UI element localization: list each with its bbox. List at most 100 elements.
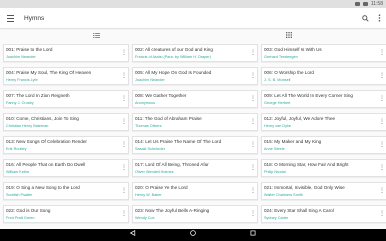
hymn-author: J. S. B. Monsell — [264, 77, 291, 82]
hymn-card[interactable]: 022: God is Our Song Fred Pratt Green ⋮ — [3, 205, 129, 223]
hymn-card[interactable]: 019: O Sing a New Song to the Lord Scotti… — [3, 182, 129, 200]
hymn-title: 020: O Praise Ye the Lord — [135, 185, 188, 190]
hymn-author: Wendy Cox — [135, 215, 155, 220]
hymn-card[interactable]: 004: Praise My Soul, The King Of Heaven H… — [3, 67, 129, 85]
hymn-title: 006: O Worship the Lord — [264, 70, 314, 75]
hymn-card[interactable]: 023: Now The Joyful Bells A-Ringing Wendy… — [132, 205, 258, 223]
hymn-title: 015: My Maker and My King — [264, 139, 322, 144]
hymn-card[interactable]: 009: Let All The World In Every Corner S… — [261, 90, 386, 108]
hymn-author: Oliver Wendell Holmes — [135, 169, 174, 174]
hymn-title: 014: Let Us Praise The Name Of The Lord — [135, 139, 222, 144]
hymn-card[interactable]: 005: All My Hope On God Is Founded Joachi… — [132, 67, 258, 85]
hymn-card[interactable]: 006: O Worship the Lord J. S. B. Monsell ⋮ — [261, 67, 386, 85]
hamburger-icon[interactable] — [2, 8, 18, 28]
hymn-author: Scottish Psalter — [6, 192, 33, 197]
hymn-author: Joachim Neander — [6, 54, 36, 59]
more-vert-icon[interactable]: ⋮ — [250, 94, 256, 104]
view-toggle — [0, 28, 386, 42]
hymn-card[interactable]: 010: Come, Christians, Join To Sing Chris… — [3, 113, 129, 131]
hymn-title: 017: Lord Of All Being, Throned Afar — [135, 162, 209, 167]
more-vert-icon[interactable]: ⋮ — [121, 186, 127, 196]
hymn-title: 022: God is Our Song — [6, 208, 51, 213]
hymn-card[interactable]: 008: We Gather Together Anonymous ⋮ — [132, 90, 258, 108]
more-vert-icon[interactable]: ⋮ — [379, 48, 385, 58]
more-vert-icon[interactable]: ⋮ — [121, 71, 127, 81]
navigation-bar — [0, 229, 386, 241]
more-vert-icon[interactable]: ⋮ — [250, 186, 256, 196]
grid-view-icon[interactable] — [279, 30, 299, 40]
hymn-card[interactable]: 017: Lord Of All Being, Throned Afar Oliv… — [132, 159, 258, 177]
home-circle-icon[interactable] — [188, 229, 198, 241]
hymn-author: Henry Francis Lyte — [6, 77, 38, 82]
more-vert-icon[interactable]: ⋮ — [121, 163, 127, 173]
more-vert-icon[interactable] — [372, 8, 386, 28]
hymn-author: Henry van Dyke — [264, 123, 292, 128]
hymn-title: 012: Joyful, Joyful, We Adore Thee — [264, 116, 336, 121]
hymn-card[interactable]: 018: O Morning Star, How Fair And Bright… — [261, 159, 386, 177]
hymn-author: Sasaki Schröeder — [135, 146, 165, 151]
wifi-icon — [354, 2, 360, 6]
more-vert-icon[interactable]: ⋮ — [121, 209, 127, 219]
hymn-title: 009: Let All The World In Every Corner S… — [264, 93, 353, 98]
hymn-card[interactable]: 020: O Praise Ye the Lord Henry W. Baker ⋮ — [132, 182, 258, 200]
hymn-card[interactable]: 014: Let Us Praise The Name Of The Lord S… — [132, 136, 258, 154]
hymn-author: Thomas Olivers — [135, 123, 162, 128]
more-vert-icon[interactable]: ⋮ — [379, 186, 385, 196]
hymn-card[interactable]: 002: All creatures of our God and King Fr… — [132, 44, 258, 62]
hymn-author: George Herbert — [264, 100, 291, 105]
hymn-author: Philip Nicolai — [264, 169, 286, 174]
status-time: 11:58 — [370, 1, 383, 7]
hymn-title: 016: All People That on Earth Do Dwell — [6, 162, 86, 167]
back-triangle-icon[interactable] — [128, 229, 138, 241]
more-vert-icon[interactable]: ⋮ — [121, 94, 127, 104]
more-vert-icon[interactable]: ⋮ — [379, 209, 385, 219]
page-title: Hymns — [24, 14, 45, 22]
hymn-title: 024: Every Star Shall Sing A Carol — [264, 208, 334, 213]
more-vert-icon[interactable]: ⋮ — [250, 117, 256, 127]
more-vert-icon[interactable]: ⋮ — [379, 163, 385, 173]
hymn-title: 021: Immortal, Invisible, God Only Wise — [264, 185, 345, 190]
recents-square-icon[interactable] — [248, 229, 258, 241]
more-vert-icon[interactable]: ⋮ — [250, 163, 256, 173]
more-vert-icon[interactable]: ⋮ — [121, 117, 127, 127]
hymn-title: 018: O Morning Star, How Fair And Bright — [264, 162, 349, 167]
hymn-title: 003: God Himself Is With Us — [264, 47, 322, 52]
hymn-title: 008: We Gather Together — [135, 93, 187, 98]
hymn-card[interactable]: 015: My Maker and My King Anne Steele ⋮ — [261, 136, 386, 154]
hymn-author: Sydney Carter — [264, 215, 289, 220]
more-vert-icon[interactable]: ⋮ — [379, 94, 385, 104]
hymn-author: Francis of Assisi (Para. by William H. D… — [135, 54, 211, 59]
hymn-card[interactable]: 007: The Lord In Zion Reigneth Fanny J. C… — [3, 90, 129, 108]
hymn-card[interactable]: 016: All People That on Earth Do Dwell Wi… — [3, 159, 129, 177]
hymn-title: 011: The God of Abraham Praise — [135, 116, 202, 121]
hymn-card[interactable]: 011: The God of Abraham Praise Thomas Oli… — [132, 113, 258, 131]
more-vert-icon[interactable]: ⋮ — [250, 140, 256, 150]
more-vert-icon[interactable]: ⋮ — [121, 140, 127, 150]
hymn-author: Fanny J. Crosby — [6, 100, 34, 105]
more-vert-icon[interactable]: ⋮ — [250, 209, 256, 219]
hymn-author: Joachim Neander — [135, 77, 165, 82]
hymn-card[interactable]: 024: Every Star Shall Sing A Carol Sydney… — [261, 205, 386, 223]
hymn-card[interactable]: 013: New Songs Of Celebration Render Erik… — [3, 136, 129, 154]
hymn-author: Walter Chalmers Smith — [264, 192, 303, 197]
list-view-icon[interactable] — [86, 30, 106, 40]
more-vert-icon[interactable]: ⋮ — [379, 71, 385, 81]
more-vert-icon[interactable]: ⋮ — [250, 71, 256, 81]
battery-icon — [362, 2, 368, 6]
hymn-title: 023: Now The Joyful Bells A-Ringing — [135, 208, 210, 213]
hymn-card[interactable]: 012: Joyful, Joyful, We Adore Thee Henry … — [261, 113, 386, 131]
app-bar: Hymns — [0, 8, 386, 28]
more-vert-icon[interactable]: ⋮ — [121, 48, 127, 58]
hymn-title: 005: All My Hope On God Is Founded — [135, 70, 212, 75]
hymn-card[interactable]: 003: God Himself Is With Us Gerhard Terst… — [261, 44, 386, 62]
search-icon[interactable] — [358, 8, 372, 28]
hymn-author: Anne Steele — [264, 146, 285, 151]
hymn-card[interactable]: 001: Praise to the Lord Joachim Neander ⋮ — [3, 44, 129, 62]
hymn-title: 019: O Sing a New Song to the Lord — [6, 185, 80, 190]
more-vert-icon[interactable]: ⋮ — [379, 117, 385, 127]
more-vert-icon[interactable]: ⋮ — [379, 140, 385, 150]
hymn-card[interactable]: 021: Immortal, Invisible, God Only Wise W… — [261, 182, 386, 200]
status-bar: 11:58 — [0, 0, 386, 8]
more-vert-icon[interactable]: ⋮ — [250, 48, 256, 58]
hymn-title: 010: Come, Christians, Join To Sing — [6, 116, 79, 121]
